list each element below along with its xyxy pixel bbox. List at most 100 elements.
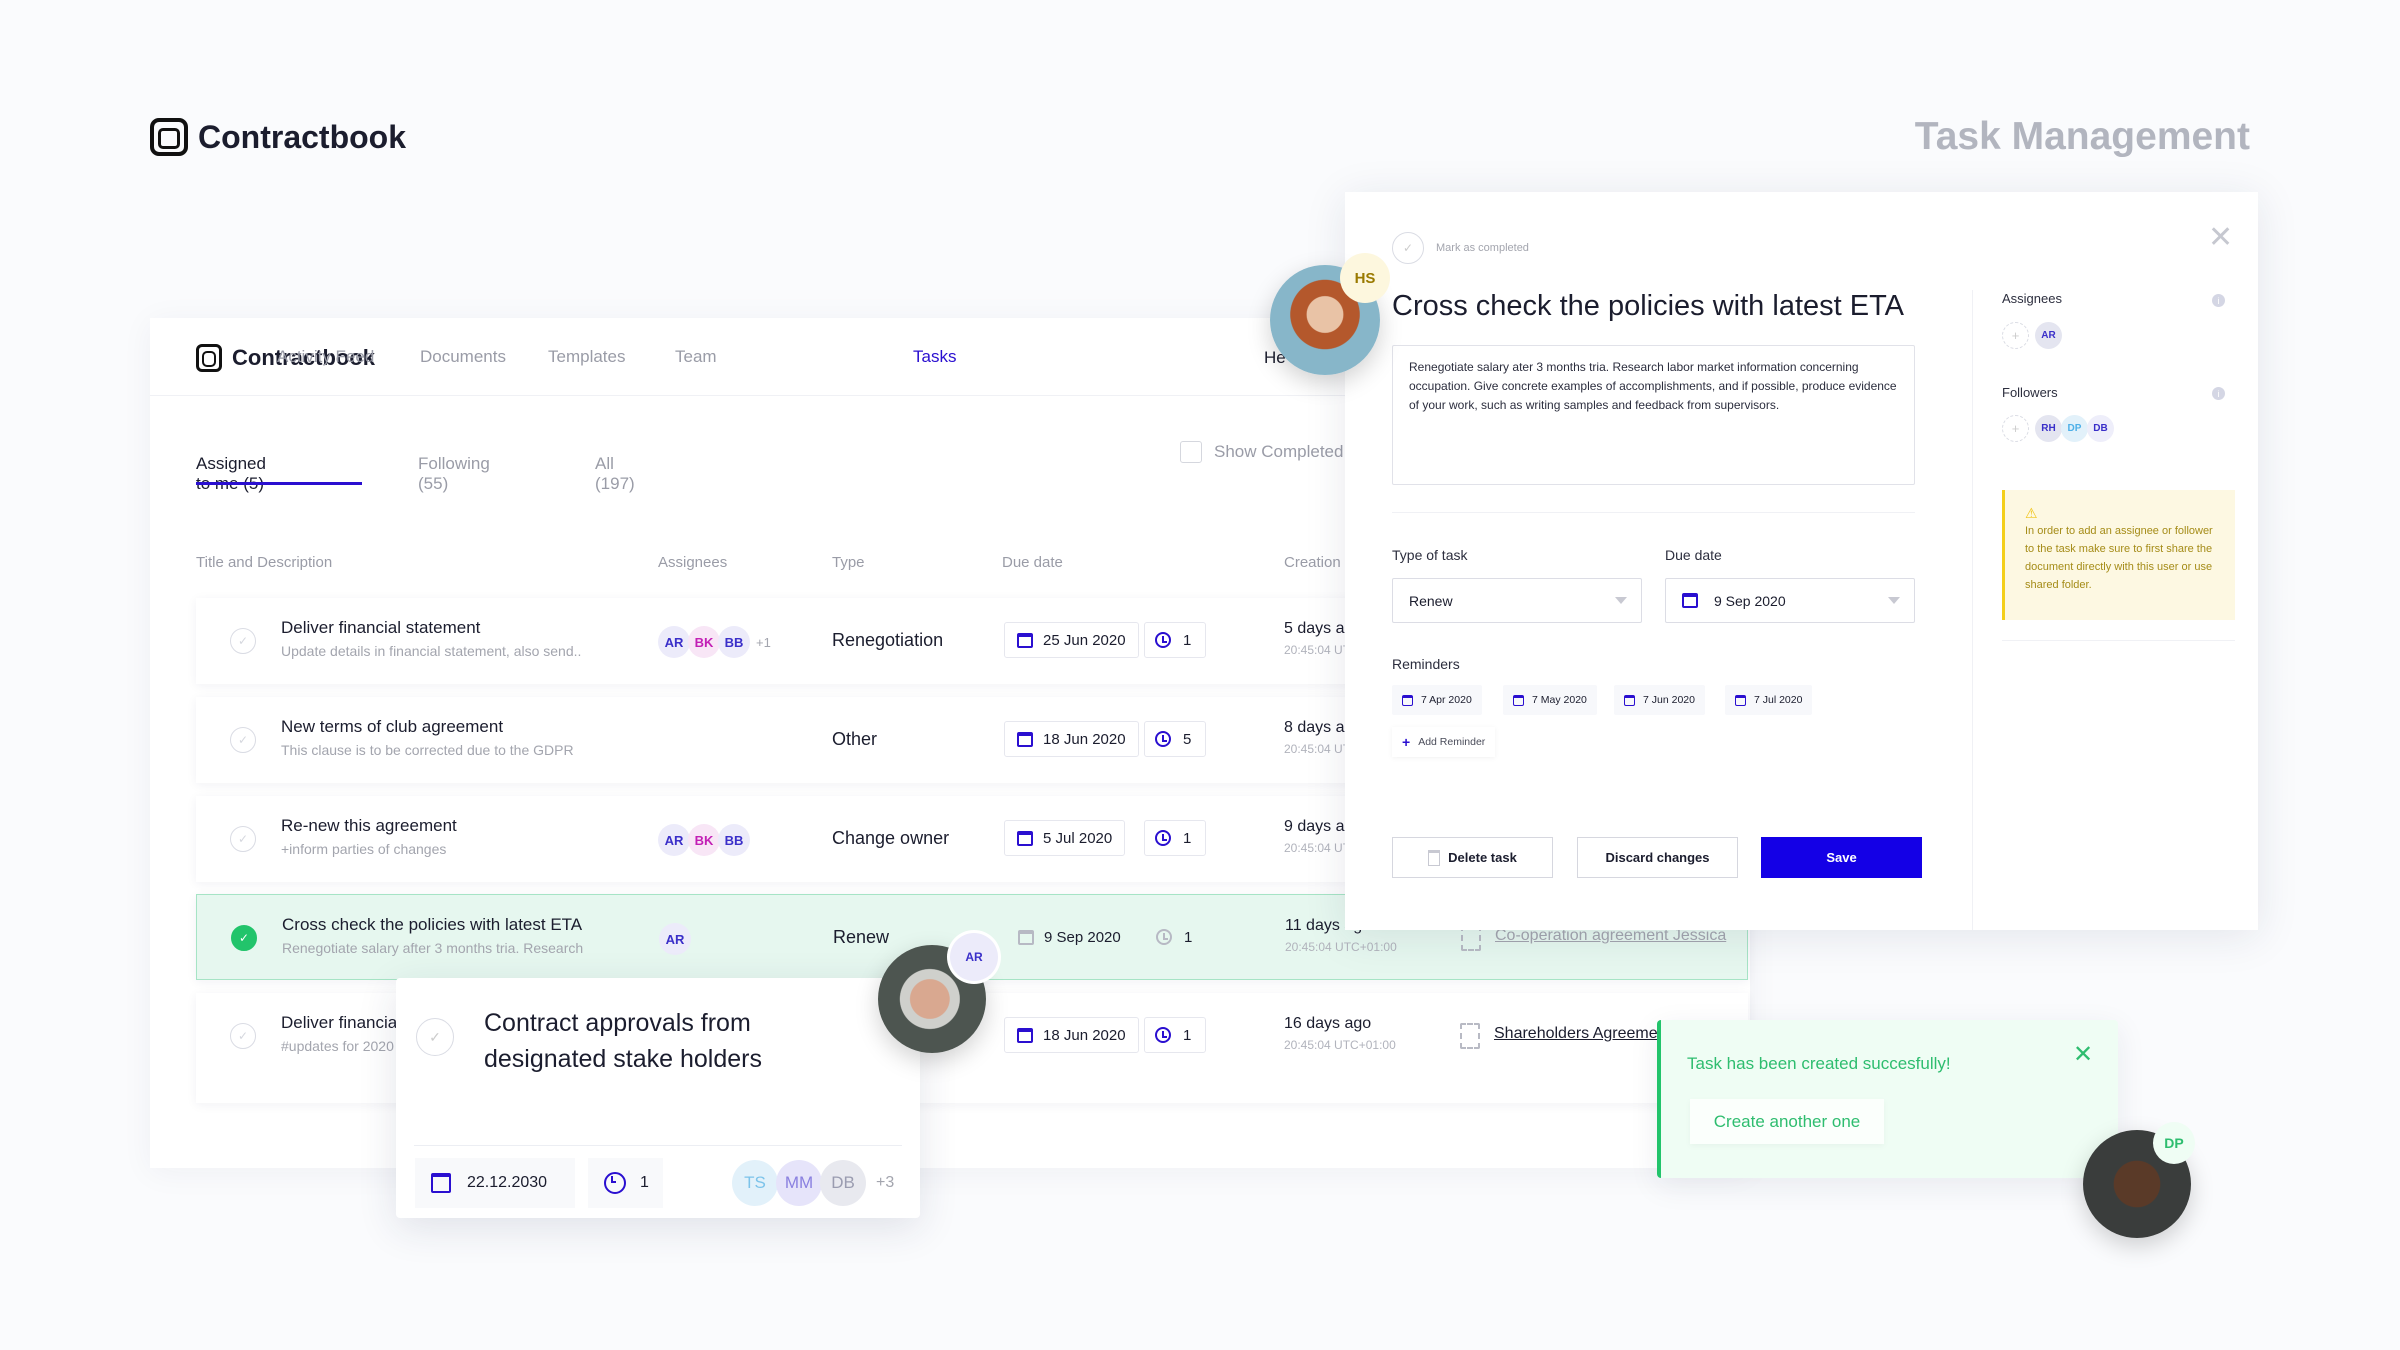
avatar[interactable]: DP <box>2061 415 2088 442</box>
reminder-count-value: 1 <box>1183 1026 1192 1044</box>
due-date-picker[interactable]: 9 Sep 2020 <box>1665 578 1915 623</box>
check-icon[interactable]: ✓ <box>230 1023 256 1049</box>
delete-task-button[interactable]: Delete task <box>1392 837 1553 878</box>
contractbook-logo-icon <box>150 118 188 156</box>
add-assignee-button[interactable]: + <box>2002 322 2029 349</box>
nav-team[interactable]: Team <box>675 347 717 367</box>
tab-following[interactable]: Following (55) <box>418 454 490 494</box>
contractbook-logo-icon <box>196 344 222 372</box>
avatar[interactable]: DB <box>820 1160 866 1206</box>
more-avatars-count: +3 <box>876 1174 895 1191</box>
due-date[interactable]: 5 Jul 2020 <box>1004 820 1126 856</box>
tab-all[interactable]: All (197) <box>595 454 635 494</box>
created-time: 20:45:04 UTC+01:00 <box>1285 940 1397 954</box>
avatar[interactable]: BK <box>688 824 720 856</box>
show-completed-checkbox[interactable]: Show Completed <box>1180 441 1343 463</box>
reminder-count[interactable]: 1 <box>1145 919 1207 955</box>
reminder-count[interactable]: 1 <box>1144 1017 1206 1053</box>
document-link[interactable]: Shareholders Agreement <box>1494 1025 1671 1043</box>
due-date[interactable]: 18 Jun 2020 <box>1004 1017 1139 1053</box>
nav-templates[interactable]: Templates <box>548 347 625 367</box>
check-icon[interactable]: ✓ <box>230 826 256 852</box>
column-header-due-date[interactable]: Due date <box>1002 554 1063 571</box>
column-header-type[interactable]: Type <box>832 554 865 571</box>
avatar[interactable]: MM <box>776 1160 822 1206</box>
check-icon[interactable]: ✓ <box>231 925 257 951</box>
avatar[interactable]: BK <box>688 626 720 658</box>
column-header-assignees[interactable]: Assignees <box>658 554 727 571</box>
calendar-icon <box>431 1173 451 1193</box>
column-header-creation[interactable]: Creation <box>1284 554 1341 571</box>
task-title[interactable]: Cross check the policies with latest ETA <box>1392 290 1904 323</box>
task-title[interactable]: Deliver financial <box>281 1013 401 1033</box>
reminder-count[interactable]: 1 <box>1144 820 1206 856</box>
assignees: AR <box>659 923 691 955</box>
mark-completed-label: Mark as completed <box>1436 242 1529 254</box>
due-date-value: 5 Jul 2020 <box>1043 829 1113 847</box>
reminder-chip[interactable]: 7 May 2020 <box>1503 685 1597 715</box>
reminder-chip[interactable]: 7 Jul 2020 <box>1725 685 1813 715</box>
card-reminders[interactable]: 1 <box>588 1158 663 1208</box>
avatar[interactable]: AR <box>659 923 691 955</box>
reminder-count[interactable]: 1 <box>1144 622 1206 658</box>
nav-documents[interactable]: Documents <box>420 347 506 367</box>
add-reminder-button[interactable]: + Add Reminder <box>1392 727 1495 757</box>
reminder-chip[interactable]: 7 Jun 2020 <box>1614 685 1705 715</box>
close-icon[interactable]: ✕ <box>2208 220 2233 255</box>
column-header-title[interactable]: Title and Description <box>196 554 332 571</box>
check-icon[interactable]: ✓ <box>416 1018 454 1056</box>
calendar-icon <box>1018 929 1034 945</box>
reminder-date: 7 Apr 2020 <box>1421 694 1472 706</box>
calendar-icon <box>1017 731 1033 747</box>
reminder-count[interactable]: 5 <box>1144 721 1206 757</box>
add-follower-button[interactable]: + <box>2002 415 2029 442</box>
divider <box>1392 512 1915 513</box>
task-title[interactable]: Cross check the policies with latest ETA <box>282 915 582 935</box>
due-date[interactable]: 9 Sep 2020 <box>1005 919 1134 955</box>
info-icon[interactable]: i <box>2212 294 2225 307</box>
trash-icon <box>1428 849 1441 866</box>
tab-assigned-to-me[interactable]: Assigned to me (5) <box>196 454 266 494</box>
clock-icon <box>1155 1027 1171 1043</box>
due-date[interactable]: 18 Jun 2020 <box>1004 721 1139 757</box>
avatar[interactable]: AR <box>658 824 690 856</box>
assignees-list: + AR <box>2002 322 2062 349</box>
card-avatars: TS MM DB +3 <box>732 1160 894 1206</box>
due-date-value: 9 Sep 2020 <box>1044 928 1121 946</box>
avatar[interactable]: DB <box>2087 415 2114 442</box>
create-another-button[interactable]: Create another one <box>1690 1099 1884 1144</box>
task-description-input[interactable]: Renegotiate salary ater 3 months tria. R… <box>1392 345 1915 485</box>
due-date-value: 25 Jun 2020 <box>1043 631 1126 649</box>
task-title[interactable]: Deliver financial statement <box>281 618 480 638</box>
reminder-date: 7 Jul 2020 <box>1754 694 1803 706</box>
discard-label: Discard changes <box>1605 850 1710 865</box>
nav-activity-feed[interactable]: Activity Feed <box>277 347 374 367</box>
clock-icon <box>1155 830 1171 846</box>
mark-as-completed[interactable]: ✓ Mark as completed <box>1392 232 1529 264</box>
avatar[interactable]: BB <box>718 626 750 658</box>
checkbox-icon[interactable] <box>1180 441 1202 463</box>
reminder-chip[interactable]: 7 Apr 2020 <box>1392 685 1482 715</box>
due-date[interactable]: 25 Jun 2020 <box>1004 622 1139 658</box>
divider <box>414 1145 902 1146</box>
add-reminder-label: Add Reminder <box>1418 736 1486 748</box>
check-icon[interactable]: ✓ <box>230 628 256 654</box>
discard-changes-button[interactable]: Discard changes <box>1577 837 1738 878</box>
avatar[interactable]: AR <box>658 626 690 658</box>
task-title[interactable]: New terms of club agreement <box>281 717 503 737</box>
type-of-task-select[interactable]: Renew <box>1392 578 1642 623</box>
task-title[interactable]: Re-new this agreement <box>281 816 457 836</box>
check-icon[interactable]: ✓ <box>230 727 256 753</box>
avatar[interactable]: RH <box>2035 415 2062 442</box>
card-due-date[interactable]: 22.12.2030 <box>415 1158 575 1208</box>
close-icon[interactable]: ✕ <box>2073 1040 2093 1069</box>
info-icon[interactable]: i <box>2212 387 2225 400</box>
avatar[interactable]: TS <box>732 1160 778 1206</box>
avatar[interactable]: AR <box>2035 322 2062 349</box>
task-description: This clause is to be corrected due to th… <box>281 742 574 758</box>
avatar[interactable]: BB <box>718 824 750 856</box>
save-button[interactable]: Save <box>1761 837 1922 878</box>
nav-tasks[interactable]: Tasks <box>913 347 956 367</box>
chevron-down-icon <box>1615 597 1627 610</box>
check-icon[interactable]: ✓ <box>1392 232 1424 264</box>
